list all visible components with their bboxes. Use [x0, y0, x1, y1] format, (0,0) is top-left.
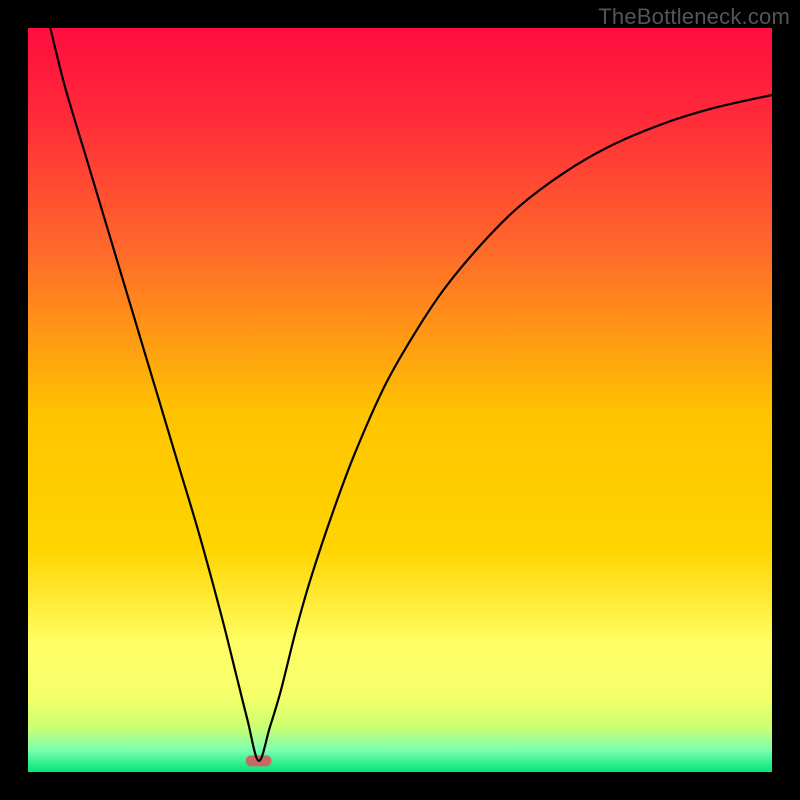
- plot-svg: [28, 28, 772, 772]
- chart-frame: TheBottleneck.com: [0, 0, 800, 800]
- plot-area: [28, 28, 772, 772]
- watermark-text: TheBottleneck.com: [598, 4, 790, 30]
- background-gradient: [28, 28, 772, 772]
